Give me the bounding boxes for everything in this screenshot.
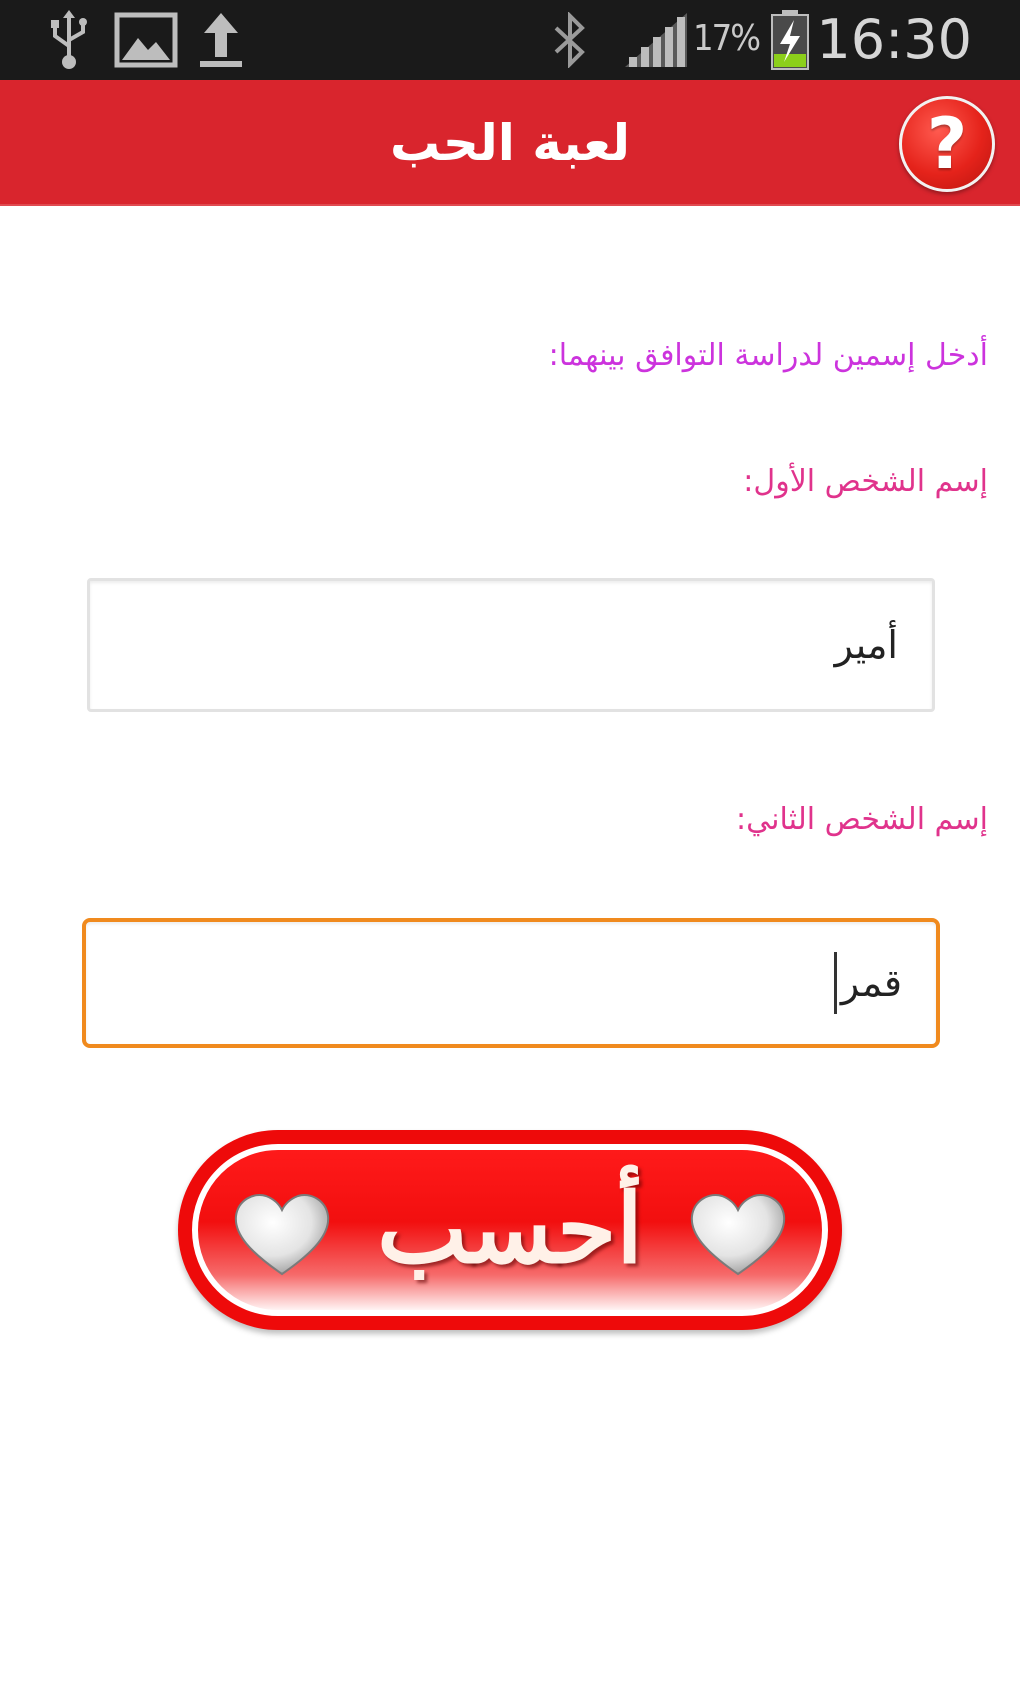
text-caret [833,952,837,1014]
battery-percent: 17% [693,18,761,59]
heart-icon [690,1194,786,1276]
clock: 16:30 [816,8,972,71]
intro-text: أدخل إسمين لدراسة التوافق بينهما: [548,338,988,373]
help-button[interactable]: ? [899,96,995,192]
second-name-label: إسم الشخص الثاني: [736,802,988,837]
status-bar: 17% 16:30 [0,0,1020,80]
first-name-value: أمير [834,623,898,667]
app-title: لعبة الحب [389,114,630,172]
second-name-value: قمر [840,961,902,1005]
second-name-input[interactable]: قمر [82,918,940,1048]
signal-icon [622,10,690,70]
calculate-button-face: أحسب [192,1144,828,1316]
battery-charging-icon [768,10,812,70]
bluetooth-icon [548,10,592,70]
screen: 17% 16:30 لعبة الحب ? أدخل إسمين لدراسة … [0,0,1020,1696]
calculate-button[interactable]: أحسب [178,1130,842,1330]
first-name-input[interactable]: أمير [87,578,935,712]
action-bar: لعبة الحب ? [0,80,1020,206]
first-name-label: إسم الشخص الأول: [743,464,988,499]
usb-icon [44,10,94,70]
help-icon: ? [926,103,968,185]
image-icon [112,10,180,70]
upload-icon [196,10,246,70]
